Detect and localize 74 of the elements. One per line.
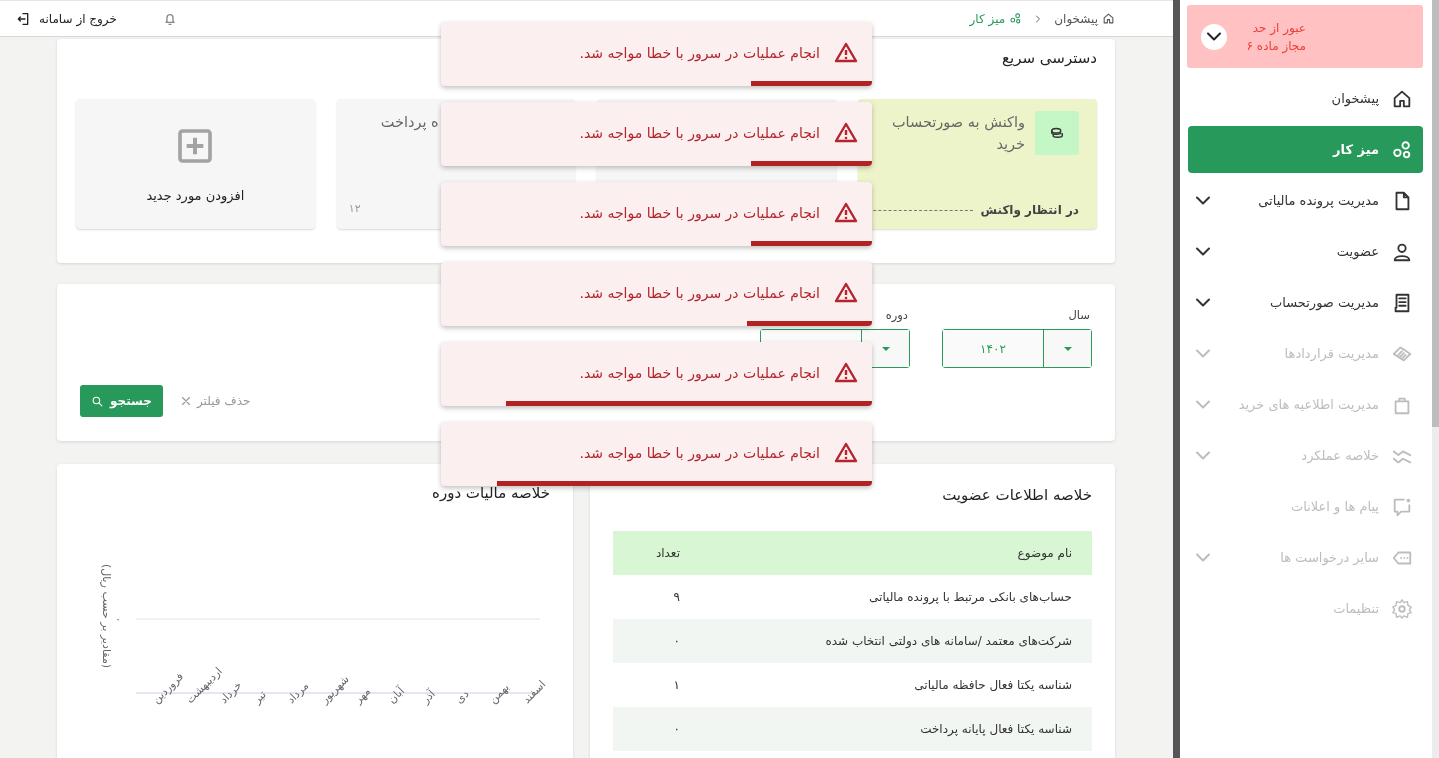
menu-item[interactable]: مدیریت صورتحساب <box>1188 279 1423 326</box>
error-toast[interactable]: انجام عملیات در سرور با خطا مواجه شد. <box>441 182 872 246</box>
tile-count: ۱۲ <box>347 202 362 217</box>
section-title: خلاصه مالیات دوره <box>432 484 550 502</box>
toast-message: انجام عملیات در سرور با خطا مواجه شد. <box>579 445 820 461</box>
toast-message: انجام عملیات در سرور با خطا مواجه شد. <box>579 125 820 141</box>
tile-title: ه پرداخت <box>379 113 440 133</box>
nodes-icon <box>1391 138 1413 161</box>
field-label: دوره <box>884 308 909 322</box>
menu-item[interactable]: عضویت <box>1188 228 1423 275</box>
scrollbar[interactable] <box>1173 0 1180 758</box>
toast-message: انجام عملیات در سرور با خطا مواجه شد. <box>579 285 820 301</box>
axis-tick: مهر <box>351 684 373 707</box>
chevron-down-icon <box>1207 32 1221 41</box>
nodes-icon <box>1009 12 1023 25</box>
toast-message: انجام عملیات در سرور با خطا مواجه شد. <box>579 365 820 381</box>
column-header: تعداد <box>613 531 700 575</box>
axis-tick: آبان <box>385 684 408 707</box>
settings-icon <box>1391 597 1413 620</box>
status-label: در انتظار واکنش <box>980 203 1079 217</box>
error-toast[interactable]: انجام عملیات در سرور با خطا مواجه شد. <box>441 22 872 86</box>
dropdown-field[interactable]: ۱۴۰۲ <box>942 329 1092 368</box>
warning-icon <box>834 361 858 385</box>
expand-button[interactable] <box>1201 23 1227 50</box>
warning-icon <box>834 201 858 225</box>
table-cell: ۱ <box>613 663 700 707</box>
tile-title: واکنش به صورتحساب خرید <box>890 113 1025 154</box>
axis-tick: دی <box>452 687 472 707</box>
axis-tick: شهریور <box>318 672 352 707</box>
search-button[interactable]: جستجو <box>80 385 163 417</box>
axis-tick: فروردین <box>149 669 187 707</box>
toast-message: انجام عملیات در سرور با خطا مواجه شد. <box>579 45 820 61</box>
axis-tick: مرداد <box>284 679 312 707</box>
column-header: نام موضوع <box>700 531 1092 575</box>
warning-icon <box>834 441 858 465</box>
toast-message: انجام عملیات در سرور با خطا مواجه شد. <box>579 205 820 221</box>
axis-label: (مقادیر بر حسب ریال) <box>100 563 113 669</box>
axis-tick: تیر <box>250 688 269 707</box>
alert-text: عبور از حد <box>1251 19 1306 37</box>
table-cell: شرکت‌های معتمد /سامانه های دولتی انتخاب شده <box>700 619 1092 663</box>
field-label: سال <box>1067 308 1091 322</box>
quick-access-tile[interactable]: افزودن مورد جدید <box>76 99 315 229</box>
warning-icon <box>834 281 858 305</box>
error-toast[interactable]: انجام عملیات در سرور با خطا مواجه شد. <box>441 102 872 166</box>
axis-tick: ۰ <box>115 613 121 626</box>
logout-icon <box>15 10 31 27</box>
table-cell: ۹ <box>613 575 700 619</box>
warning-icon <box>834 121 858 145</box>
logout-link[interactable]: خروج از سامانه <box>15 10 117 27</box>
axis-tick: اسفند <box>520 677 549 707</box>
section-title: دسترسی سریع <box>1002 49 1097 67</box>
warning-icon <box>834 41 858 65</box>
error-toast[interactable]: انجام عملیات در سرور با خطا مواجه شد. <box>441 422 872 486</box>
error-toast[interactable]: انجام عملیات در سرور با خطا مواجه شد. <box>441 342 872 406</box>
search-icon <box>91 394 104 408</box>
quick-access-tile[interactable]: واکنش به صورتحساب خرید در انتظار واکنش <box>858 99 1097 229</box>
table-cell: ۰ <box>613 619 700 663</box>
scrollbar[interactable] <box>1432 0 1439 758</box>
breadcrumb-link[interactable]: میز کار <box>969 11 1023 26</box>
axis-tick: آذر <box>419 687 438 707</box>
axis-tick: بهمن <box>486 680 512 707</box>
home-icon <box>1102 12 1115 25</box>
section-title: خلاصه اطلاعات عضویت <box>942 486 1092 504</box>
menu-item[interactable]: پیشخوان <box>1188 75 1423 122</box>
table-cell: شناسه یکتا فعال حافظه مالیاتی <box>700 663 1092 707</box>
menu-item[interactable]: میز کار <box>1188 126 1423 173</box>
table-cell: ۰ <box>613 707 700 751</box>
breadcrumb-link[interactable]: پیشخوان <box>1054 11 1115 26</box>
table-cell: شناسه یکتا فعال پایانه پرداخت <box>700 707 1092 751</box>
error-toast[interactable]: انجام عملیات در سرور با خطا مواجه شد. <box>441 262 872 326</box>
tile-label: افزودن مورد جدید <box>146 187 245 203</box>
table-cell: حساب‌های بانکی مرتبط با پرونده مالیاتی <box>700 575 1092 619</box>
alert-text: مجاز ماده ۶ <box>1246 37 1306 55</box>
menu-item[interactable]: مدیریت پرونده مالیاتی <box>1188 177 1423 224</box>
